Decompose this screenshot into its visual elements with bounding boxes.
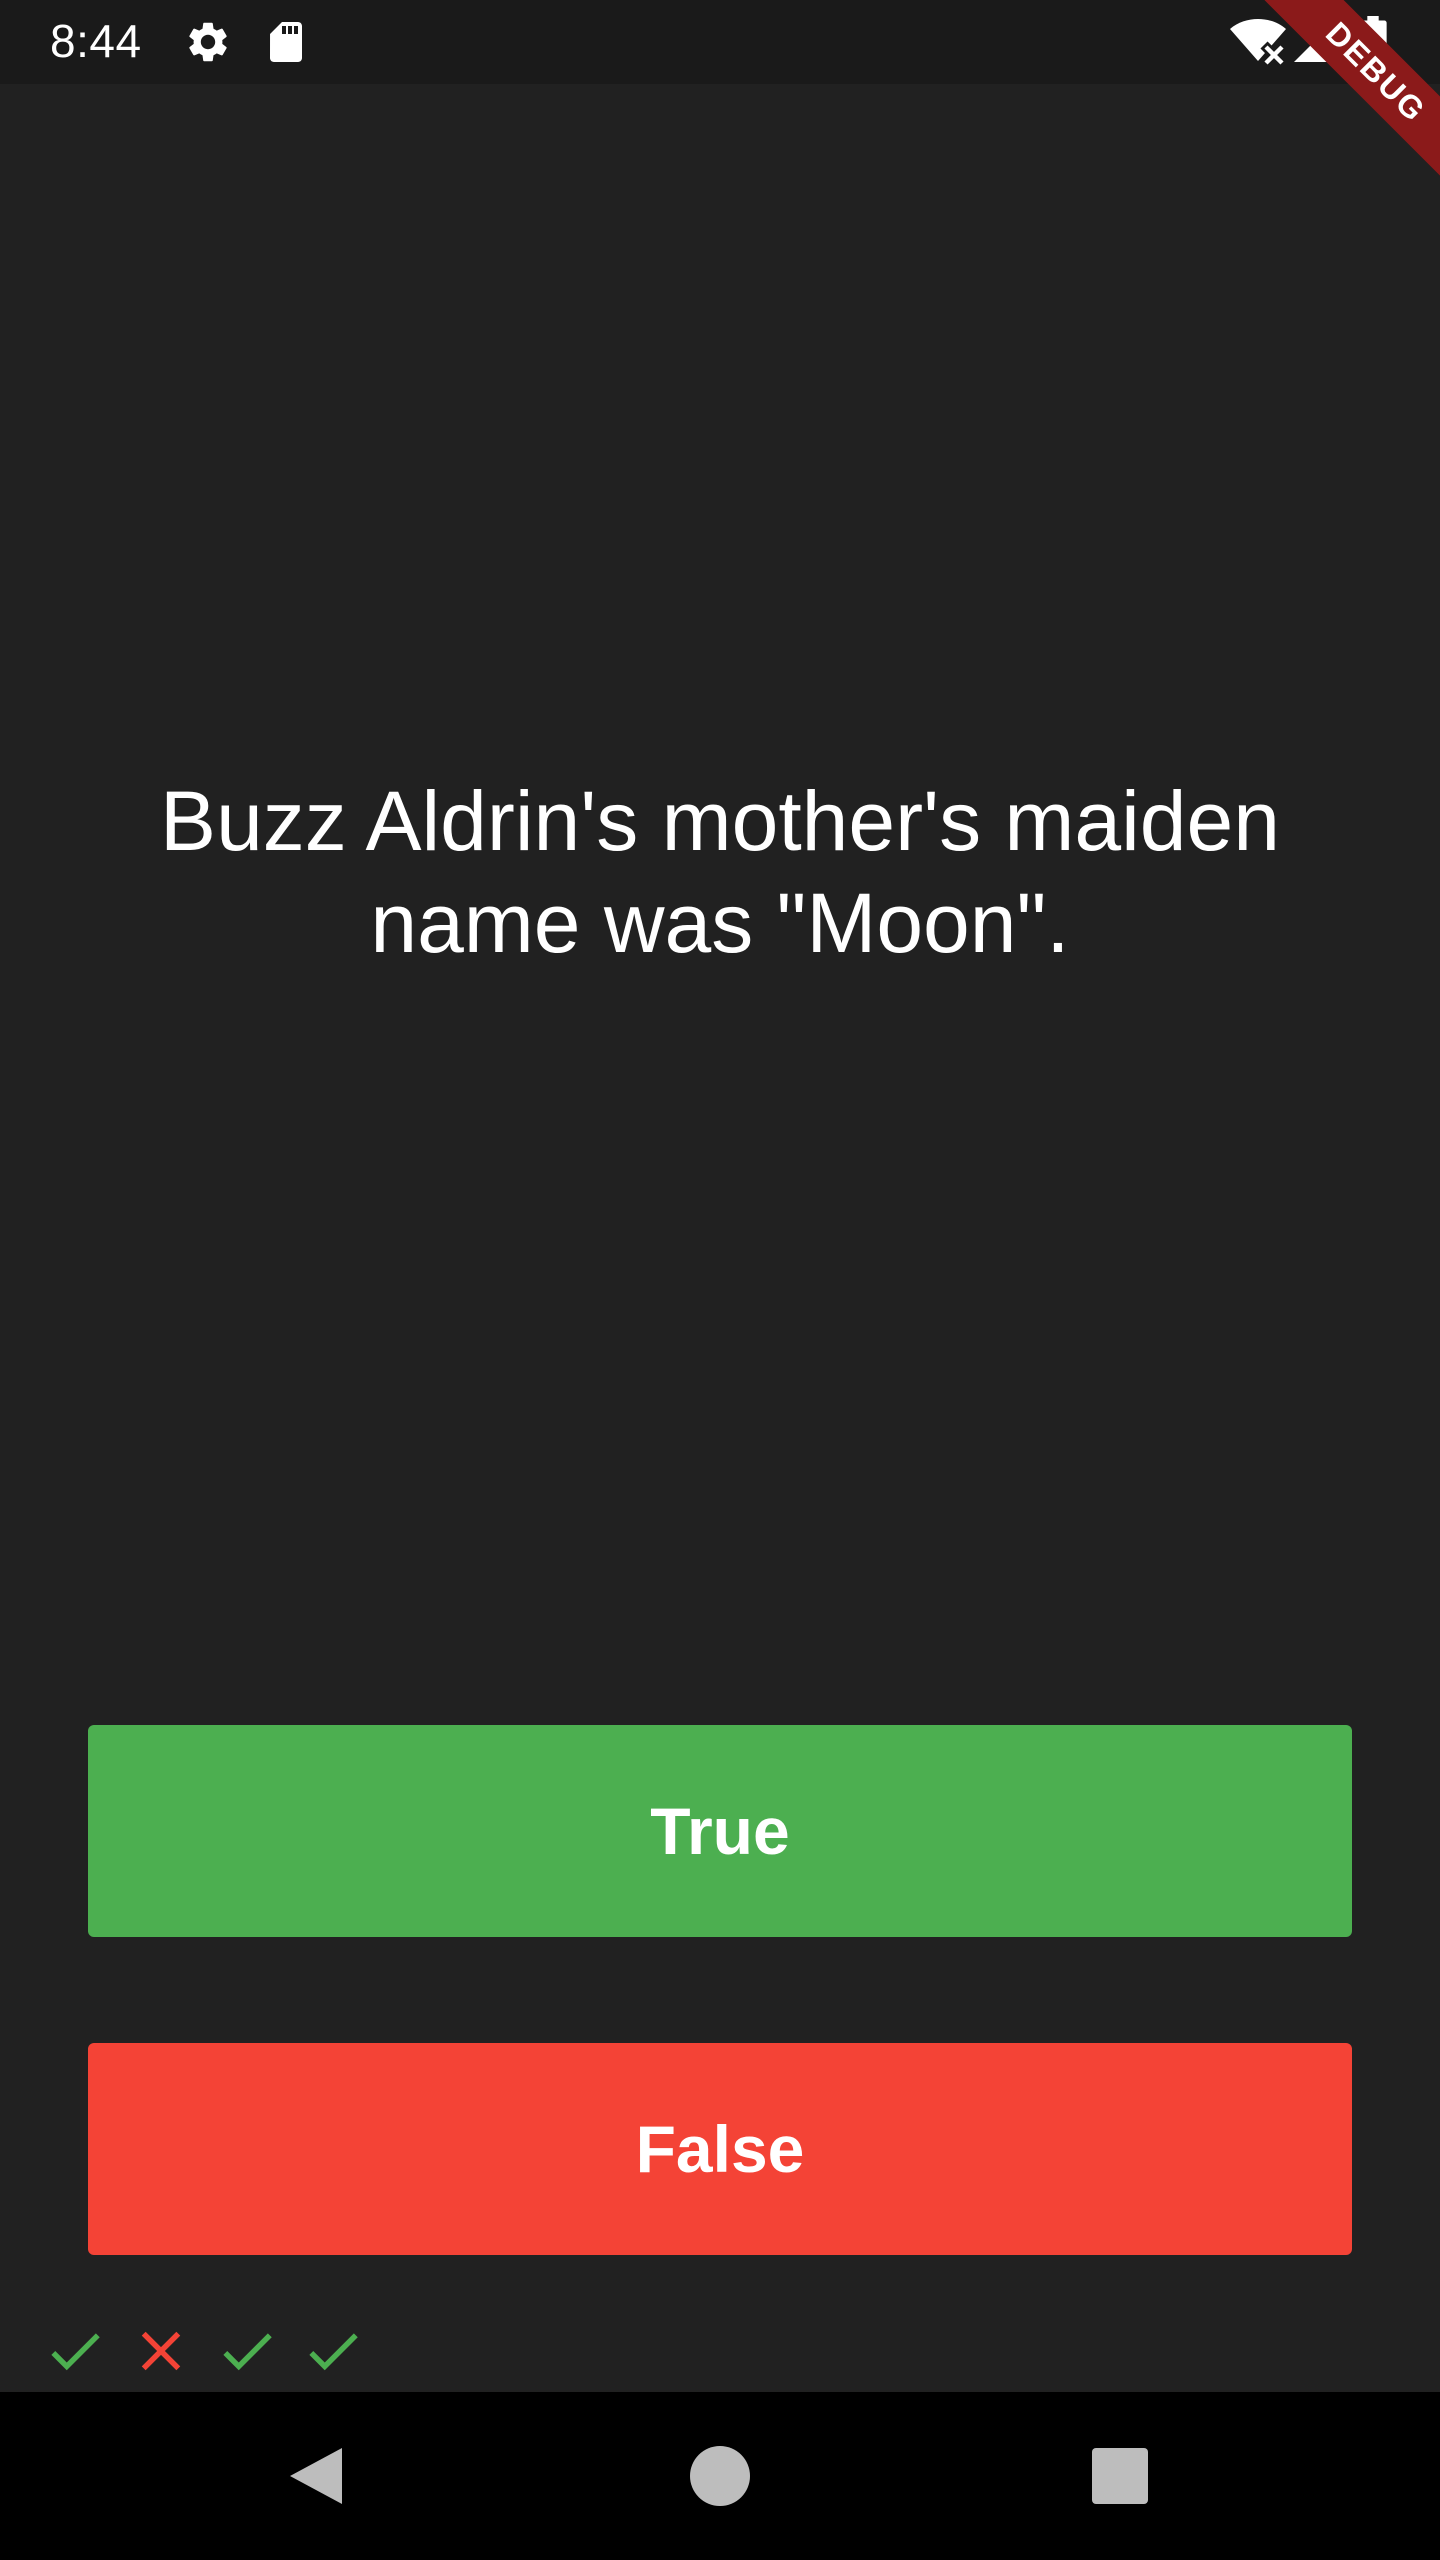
false-button[interactable]: False	[88, 2043, 1352, 2255]
score-keeper	[42, 2318, 366, 2386]
back-icon[interactable]	[286, 2444, 350, 2508]
sd-card-icon	[270, 22, 302, 62]
status-time: 8:44	[50, 15, 142, 67]
true-button[interactable]: True	[88, 1725, 1352, 1937]
signal-icon	[1294, 22, 1334, 62]
battery-icon	[1359, 16, 1387, 66]
quiz-screen: 8:44 DEBUG Buzz Aldrin's mother's maiden…	[0, 0, 1440, 2560]
wifi-off-icon	[1230, 19, 1288, 66]
question-text: Buzz Aldrin's mother's maiden name was "…	[160, 774, 1280, 970]
home-icon[interactable]	[688, 2444, 752, 2508]
gear-icon	[189, 22, 227, 62]
status-bar: 8:44	[0, 0, 1440, 84]
check-icon	[309, 2333, 358, 2371]
recents-icon[interactable]	[1088, 2444, 1152, 2508]
navigation-bar	[0, 2392, 1440, 2560]
check-icon	[223, 2333, 272, 2371]
close-icon	[141, 2331, 181, 2371]
check-icon	[51, 2333, 100, 2371]
